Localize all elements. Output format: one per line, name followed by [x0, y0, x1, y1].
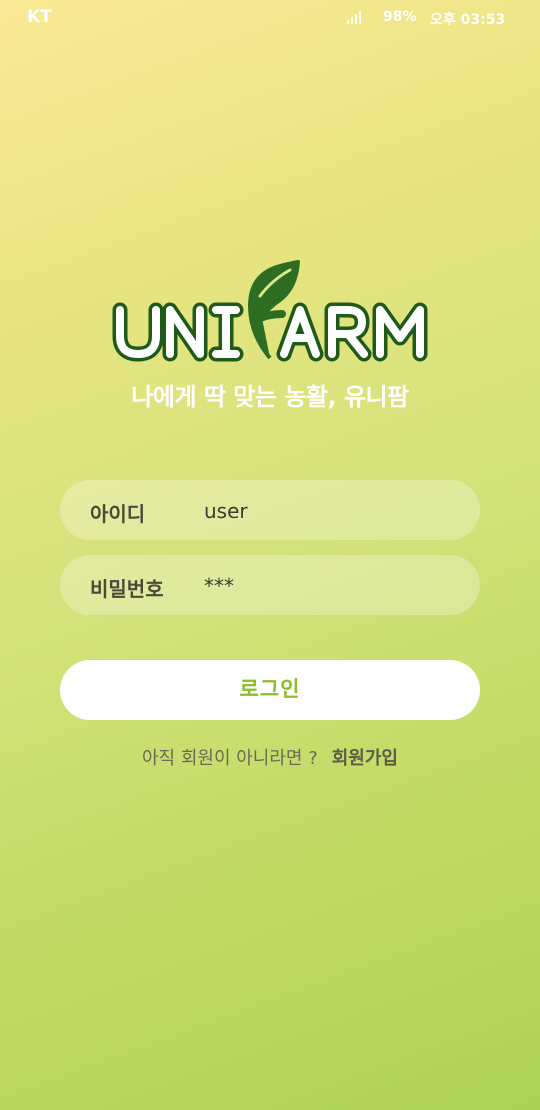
id-label: 아이디	[90, 502, 146, 526]
id-input[interactable]	[204, 499, 454, 523]
password-field[interactable]: 비밀번호	[60, 555, 480, 615]
battery-level: 98%	[383, 9, 417, 25]
carrier-label: KT	[27, 7, 52, 27]
signal-bars-icon	[347, 11, 361, 24]
login-button[interactable]: 로그인	[60, 660, 480, 720]
signup-prompt: 아직 회원이 아니라면 ?	[141, 748, 318, 769]
clock: 오후 03:53	[430, 12, 506, 28]
password-label: 비밀번호	[90, 577, 164, 601]
tagline: 나에게 딱 맞는 농활, 유니팜	[131, 383, 409, 411]
signup-link[interactable]: 회원가입	[332, 748, 398, 769]
login-screen: KT 98% 오후 03:53 나에게 딱 맞는 농활, 유니팜 아이디 use…	[0, 0, 540, 1110]
signup-row: 아직 회원이 아니라면 ? 회원가입	[0, 744, 540, 770]
status-bar: KT 98% 오후 03:53	[0, 0, 540, 36]
password-input[interactable]	[204, 574, 454, 598]
unifarm-logo	[112, 260, 428, 362]
id-field[interactable]: 아이디	[60, 480, 480, 540]
